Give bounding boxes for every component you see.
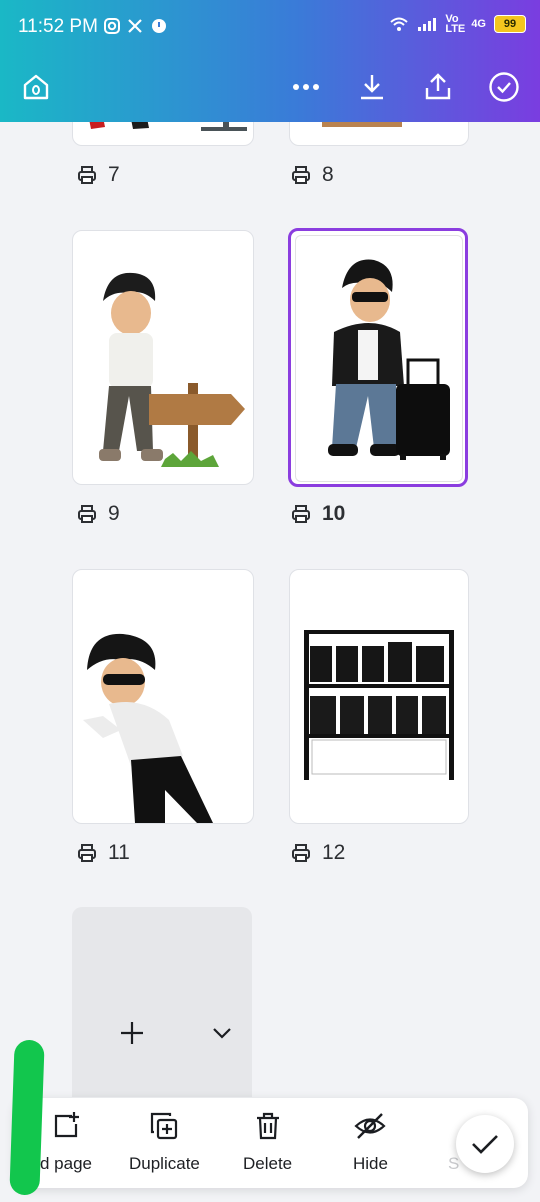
printer-icon <box>78 166 96 184</box>
page-12-artwork <box>304 630 454 780</box>
page-label-12: 12 <box>290 841 345 865</box>
notification-icon <box>152 19 166 33</box>
add-page-placeholder[interactable] <box>72 907 252 1097</box>
trash-icon <box>256 1112 279 1140</box>
battery-indicator: 99 <box>494 15 526 33</box>
done-button[interactable] <box>456 1115 514 1173</box>
instagram-icon <box>104 18 120 34</box>
duplicate-label: Duplicate <box>129 1154 200 1173</box>
eye-off-icon <box>354 1113 387 1139</box>
printer-icon <box>78 844 96 862</box>
add-page-button[interactable]: d page <box>40 1110 92 1174</box>
more-tool-label: S <box>448 1154 460 1173</box>
duplicate-button[interactable]: Duplicate <box>129 1110 200 1174</box>
status-bar: 11:52 PM Vo LTE 4G 99 <box>0 0 540 56</box>
page-thumbnail-10[interactable] <box>288 228 468 487</box>
printer-icon <box>292 166 310 184</box>
plus-icon[interactable] <box>119 1020 145 1046</box>
x-icon <box>128 19 142 33</box>
printer-icon <box>292 505 310 523</box>
hide-label: Hide <box>353 1154 388 1173</box>
page-thumbnail-12[interactable] <box>289 569 469 824</box>
duplicate-icon <box>151 1112 178 1140</box>
bottom-toolbar: d page Duplicate Delete Hide S <box>14 1098 528 1188</box>
delete-label: Delete <box>243 1154 293 1173</box>
printer-icon <box>78 505 96 523</box>
page-9-artwork <box>99 272 245 467</box>
more-icon <box>293 84 319 90</box>
more-tool-button[interactable]: S <box>448 1154 459 1174</box>
signal-icon <box>418 18 437 31</box>
page-label-8: 8 <box>290 163 334 187</box>
confirm-button[interactable] <box>485 68 523 106</box>
pages-grid: 7 8 9 10 11 12 <box>0 112 540 1202</box>
volte-label: Vo LTE <box>445 13 466 35</box>
page-number-10: 10 <box>322 502 346 525</box>
add-page-icon <box>54 1112 79 1138</box>
page-number-11: 11 <box>108 841 130 864</box>
more-options-button[interactable] <box>287 68 325 106</box>
page-10-artwork <box>328 259 450 460</box>
status-time: 11:52 PM <box>18 16 98 37</box>
hide-button[interactable]: Hide <box>353 1110 388 1174</box>
page-10-frame <box>295 235 463 482</box>
check-icon <box>472 1135 498 1154</box>
home-button[interactable] <box>17 68 55 106</box>
page-number-12: 12 <box>322 841 346 864</box>
share-button[interactable] <box>419 68 457 106</box>
network-label: 4G <box>471 18 486 30</box>
app-bar <box>0 58 540 116</box>
home-icon <box>23 74 49 100</box>
page-11-artwork <box>83 633 213 823</box>
green-highlight-mark <box>9 1039 45 1196</box>
share-icon <box>425 73 451 100</box>
page-number-7: 7 <box>108 163 120 186</box>
wifi-icon <box>390 17 408 31</box>
page-label-9: 9 <box>76 502 120 526</box>
add-page-label: d page <box>40 1154 92 1173</box>
page-label-7: 7 <box>76 163 120 187</box>
chevron-down-icon[interactable] <box>212 1027 232 1039</box>
printer-icon <box>292 844 310 862</box>
download-icon <box>361 75 383 100</box>
page-number-8: 8 <box>322 163 334 186</box>
page-thumbnail-9[interactable] <box>72 230 254 485</box>
page-thumbnail-11[interactable] <box>72 569 254 824</box>
top-bar: 11:52 PM Vo LTE 4G 99 <box>0 0 540 122</box>
page-number-9: 9 <box>108 502 120 525</box>
status-right: Vo LTE 4G 99 <box>389 13 526 35</box>
delete-button[interactable]: Delete <box>243 1110 292 1174</box>
page-label-10: 10 <box>290 502 345 526</box>
page-label-11: 11 <box>76 841 130 865</box>
check-circle-icon <box>489 72 519 102</box>
download-button[interactable] <box>353 68 391 106</box>
